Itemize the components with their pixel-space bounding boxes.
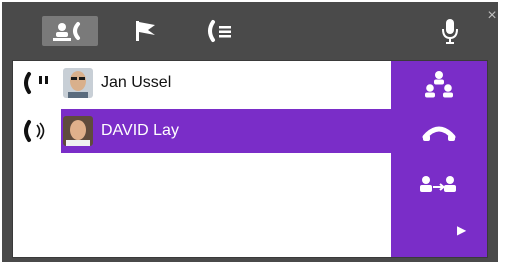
call-row[interactable]: DAVID Lay: [13, 109, 391, 153]
microphone-button[interactable]: [432, 16, 468, 46]
handset-active-icon: [24, 120, 45, 142]
tab-call-list[interactable]: [198, 16, 240, 46]
status-cell: [13, 109, 61, 153]
transfer-button[interactable]: [391, 171, 487, 201]
hangup-icon: [422, 126, 456, 141]
caller-name: Jan Ussel: [101, 74, 172, 91]
call-row[interactable]: Jan Ussel: [13, 61, 391, 105]
caller-name: DAVID Lay: [101, 122, 179, 139]
toolbar: [2, 2, 482, 58]
conference-icon: [425, 71, 453, 98]
caret-right-icon[interactable]: ▶: [457, 223, 466, 237]
status-cell: [13, 61, 61, 105]
microphone-icon: [442, 19, 458, 44]
handset-hold-icon: [24, 72, 48, 94]
call-namebox: DAVID Lay: [61, 109, 391, 153]
close-button[interactable]: ×: [484, 8, 500, 24]
transfer-icon: [420, 176, 456, 192]
avatar: [63, 116, 93, 146]
call-window: × Jan Ussel DAVID Lay ▶: [2, 2, 498, 262]
avatar: [63, 68, 93, 98]
call-namebox: Jan Ussel: [61, 61, 391, 105]
contacts-call-icon: [53, 22, 80, 41]
call-list-icon: [208, 20, 231, 42]
tab-contacts[interactable]: [42, 16, 98, 46]
hangup-button[interactable]: [391, 119, 487, 149]
calls-panel: Jan Ussel DAVID Lay ▶: [12, 60, 488, 258]
conference-button[interactable]: [391, 67, 487, 103]
actions-column: ▶: [391, 61, 487, 257]
flag-icon: [136, 21, 155, 41]
tab-flags[interactable]: [124, 16, 166, 46]
